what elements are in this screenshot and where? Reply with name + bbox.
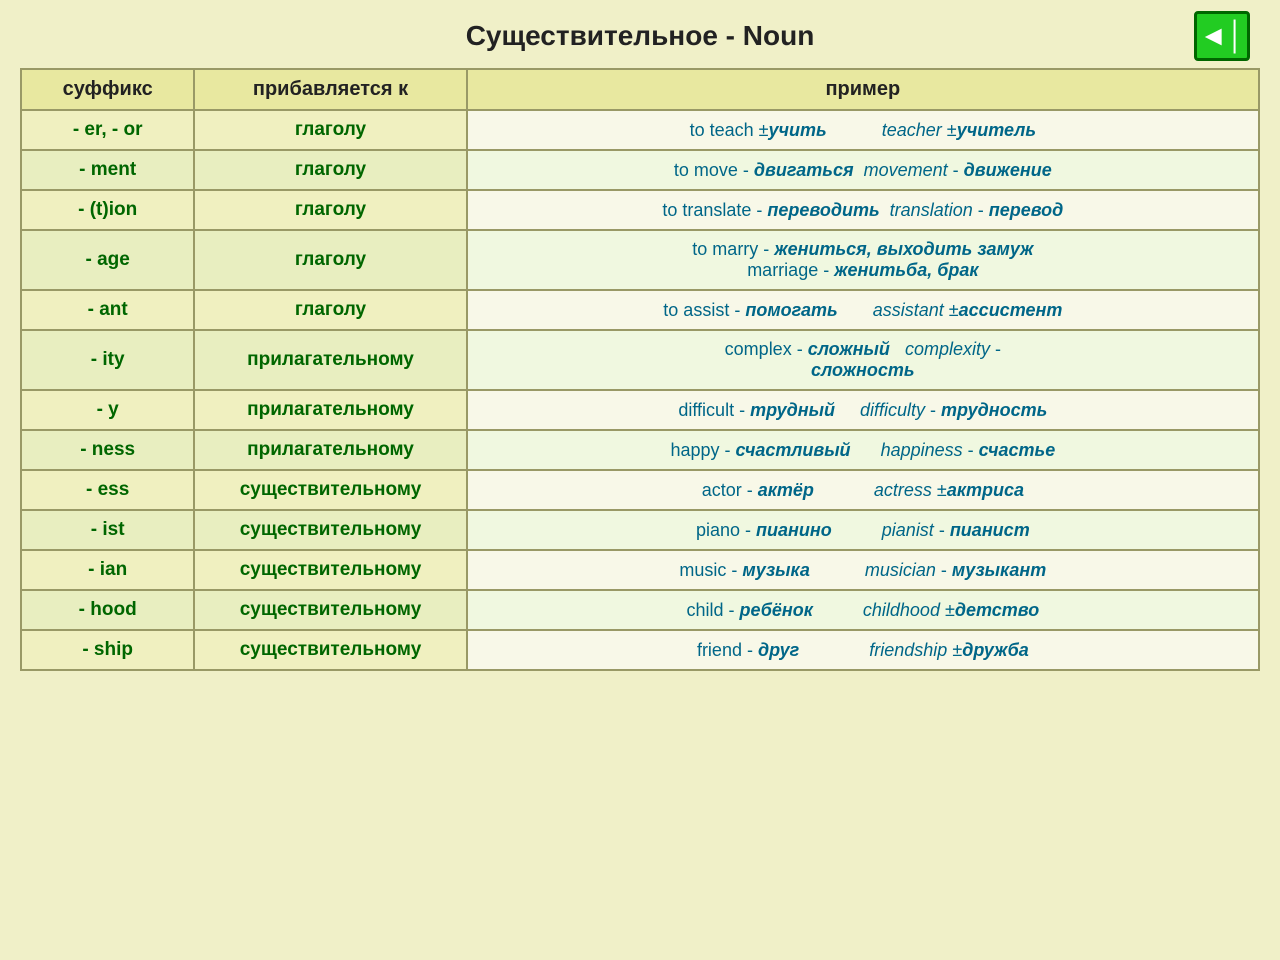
example-cell: music - музыка musician - музыкант xyxy=(467,550,1259,590)
table-row: - istсуществительномуpiano - пианино pia… xyxy=(21,510,1259,550)
table-row: - antглаголуto assist - помогать assista… xyxy=(21,290,1259,330)
added-to-cell: глаголу xyxy=(194,110,466,150)
nav-back-button[interactable]: ◄│ xyxy=(1194,11,1250,61)
suffix-cell: - ness xyxy=(21,430,194,470)
suffix-cell: - ship xyxy=(21,630,194,670)
suffix-cell: - er, - or xyxy=(21,110,194,150)
example-cell: to assist - помогать assistant ±ассистен… xyxy=(467,290,1259,330)
table-row: - er, - orглаголуto teach ±учить teacher… xyxy=(21,110,1259,150)
added-to-cell: прилагательному xyxy=(194,330,466,390)
page-header: Существительное - Noun ◄│ xyxy=(20,20,1260,52)
table-row: - shipсуществительномуfriend - друг frie… xyxy=(21,630,1259,670)
example-cell: to move - двигаться movement - движение xyxy=(467,150,1259,190)
example-cell: complex - сложный complexity -сложность xyxy=(467,330,1259,390)
table-row: - ityприлагательномуcomplex - сложный co… xyxy=(21,330,1259,390)
example-cell: piano - пианино pianist - пианист xyxy=(467,510,1259,550)
col-header-example: пример xyxy=(467,69,1259,110)
table-header-row: суффикс прибавляется к пример xyxy=(21,69,1259,110)
example-cell: child - ребёнок childhood ±детство xyxy=(467,590,1259,630)
added-to-cell: глаголу xyxy=(194,230,466,290)
suffix-cell: - y xyxy=(21,390,194,430)
suffix-cell: - (t)ion xyxy=(21,190,194,230)
suffix-cell: - ment xyxy=(21,150,194,190)
table-row: - mentглаголуto move - двигаться movemen… xyxy=(21,150,1259,190)
added-to-cell: существительному xyxy=(194,590,466,630)
suffix-cell: - ess xyxy=(21,470,194,510)
table-row: - hoodсуществительномуchild - ребёнок ch… xyxy=(21,590,1259,630)
added-to-cell: существительному xyxy=(194,510,466,550)
added-to-cell: глаголу xyxy=(194,190,466,230)
added-to-cell: прилагательному xyxy=(194,430,466,470)
added-to-cell: глаголу xyxy=(194,150,466,190)
example-cell: actor - актёр actress ±актриса xyxy=(467,470,1259,510)
table-row: - ianсуществительномуmusic - музыка musi… xyxy=(21,550,1259,590)
suffix-cell: - ist xyxy=(21,510,194,550)
example-cell: friend - друг friendship ±дружба xyxy=(467,630,1259,670)
added-to-cell: глаголу xyxy=(194,290,466,330)
suffix-cell: - age xyxy=(21,230,194,290)
page-title: Существительное - Noun xyxy=(466,20,815,52)
table-row: - (t)ionглаголуto translate - переводить… xyxy=(21,190,1259,230)
added-to-cell: прилагательному xyxy=(194,390,466,430)
suffix-cell: - ian xyxy=(21,550,194,590)
example-cell: to translate - переводить translation - … xyxy=(467,190,1259,230)
suffix-cell: - hood xyxy=(21,590,194,630)
col-header-suffix: суффикс xyxy=(21,69,194,110)
added-to-cell: существительному xyxy=(194,550,466,590)
table-row: - ageглаголуto marry - жениться, выходит… xyxy=(21,230,1259,290)
suffix-cell: - ant xyxy=(21,290,194,330)
suffix-cell: - ity xyxy=(21,330,194,390)
table-row: - yприлагательномуdifficult - трудный di… xyxy=(21,390,1259,430)
added-to-cell: существительному xyxy=(194,470,466,510)
noun-suffixes-table: суффикс прибавляется к пример - er, - or… xyxy=(20,68,1260,671)
example-cell: to marry - жениться, выходить замужmarri… xyxy=(467,230,1259,290)
table-row: - nessприлагательномуhappy - счастливый … xyxy=(21,430,1259,470)
example-cell: happy - счастливый happiness - счастье xyxy=(467,430,1259,470)
example-cell: difficult - трудный difficulty - труднос… xyxy=(467,390,1259,430)
added-to-cell: существительному xyxy=(194,630,466,670)
example-cell: to teach ±учить teacher ±учитель xyxy=(467,110,1259,150)
table-row: - essсуществительномуactor - актёр actre… xyxy=(21,470,1259,510)
col-header-added: прибавляется к xyxy=(194,69,466,110)
